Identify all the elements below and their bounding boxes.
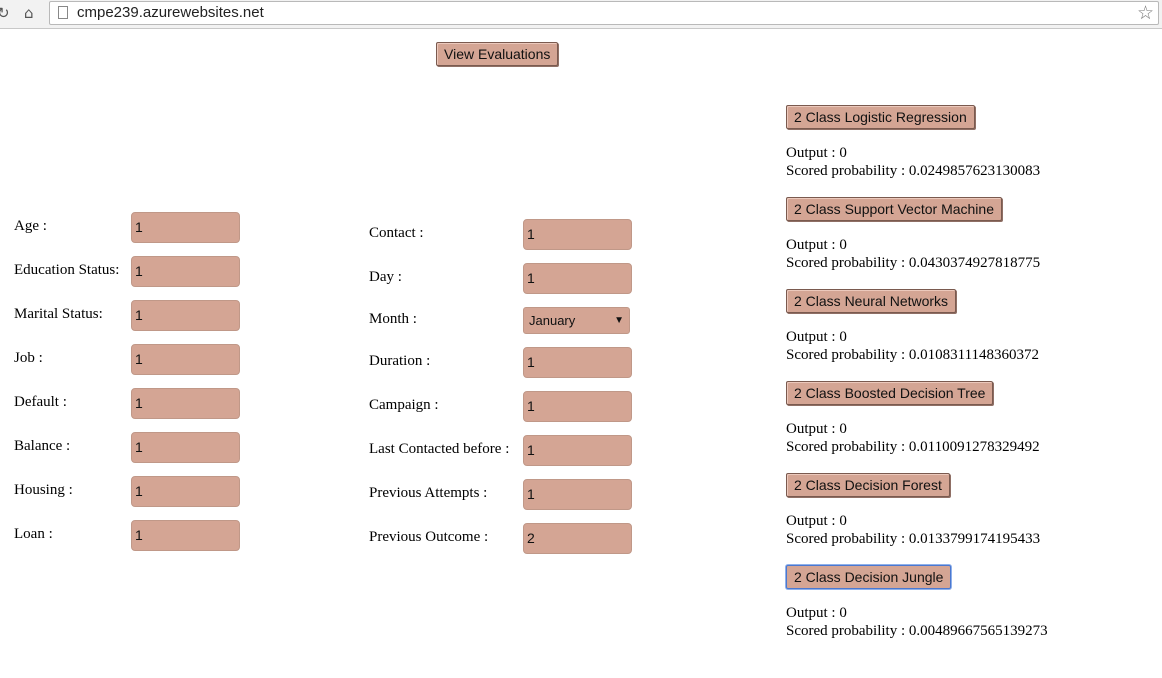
chevron-down-icon: ▼ (614, 315, 624, 326)
logistic-regression-button[interactable]: 2 Class Logistic Regression (786, 105, 975, 129)
campaign-label: Campaign : (369, 397, 439, 413)
previous-outcome-label: Previous Outcome : (369, 529, 489, 545)
support-vector-machine-button[interactable]: 2 Class Support Vector Machine (786, 197, 1002, 221)
neural-networks-button[interactable]: 2 Class Neural Networks (786, 289, 957, 313)
day-label: Day : (369, 269, 402, 285)
bookmark-star-icon[interactable]: ☆ (1137, 2, 1154, 24)
decision-jungle-probability: Scored probability : 0.00489667565139273 (786, 623, 1048, 639)
logistic-regression-probability: Scored probability : 0.0249857623130083 (786, 163, 1041, 179)
decision-jungle-button[interactable]: 2 Class Decision Jungle (786, 565, 952, 589)
marital-status-input[interactable]: 1 (131, 300, 240, 331)
logistic-regression-output: Output : 0 (786, 145, 847, 161)
duration-label: Duration : (369, 353, 431, 369)
previous-outcome-input[interactable]: 2 (523, 523, 632, 554)
month-select[interactable]: January ▼ (523, 307, 630, 334)
decision-forest-button[interactable]: 2 Class Decision Forest (786, 473, 950, 497)
job-input[interactable]: 1 (131, 344, 240, 375)
decision-forest-probability: Scored probability : 0.0133799174195433 (786, 531, 1041, 547)
campaign-input[interactable]: 1 (523, 391, 632, 422)
page-icon (58, 6, 68, 19)
decision-jungle-output: Output : 0 (786, 605, 847, 621)
loan-input[interactable]: 1 (131, 520, 240, 551)
decision-forest-output: Output : 0 (786, 513, 847, 529)
contact-input[interactable]: 1 (523, 219, 632, 250)
browser-toolbar: ↻ ⌂ cmpe239.azurewebsites.net ☆ (0, 0, 1162, 29)
marital-status-label: Marital Status: (14, 306, 103, 322)
last-contacted-label: Last Contacted before : (369, 441, 510, 457)
age-label: Age : (14, 218, 47, 234)
last-contacted-input[interactable]: 1 (523, 435, 632, 466)
support-vector-machine-output: Output : 0 (786, 237, 847, 253)
loan-label: Loan : (14, 526, 53, 542)
day-input[interactable]: 1 (523, 263, 632, 294)
education-status-input[interactable]: 1 (131, 256, 240, 287)
duration-input[interactable]: 1 (523, 347, 632, 378)
neural-networks-output: Output : 0 (786, 329, 847, 345)
age-input[interactable]: 1 (131, 212, 240, 243)
balance-label: Balance : (14, 438, 71, 454)
default-label: Default : (14, 394, 67, 410)
reload-icon[interactable]: ↻ (0, 4, 10, 22)
housing-label: Housing : (14, 482, 73, 498)
default-input[interactable]: 1 (131, 388, 240, 419)
month-select-value: January (529, 313, 576, 328)
previous-attempts-input[interactable]: 1 (523, 479, 632, 510)
contact-label: Contact : (369, 225, 424, 241)
home-icon[interactable]: ⌂ (24, 4, 34, 22)
support-vector-machine-probability: Scored probability : 0.0430374927818775 (786, 255, 1041, 271)
housing-input[interactable]: 1 (131, 476, 240, 507)
boosted-decision-tree-button[interactable]: 2 Class Boosted Decision Tree (786, 381, 994, 405)
boosted-decision-tree-output: Output : 0 (786, 421, 847, 437)
balance-input[interactable]: 1 (131, 432, 240, 463)
education-status-label: Education Status: (14, 262, 120, 278)
month-label: Month : (369, 311, 417, 327)
url-text: cmpe239.azurewebsites.net (77, 4, 264, 21)
previous-attempts-label: Previous Attempts : (369, 485, 488, 501)
view-evaluations-button[interactable]: View Evaluations (436, 42, 559, 66)
address-bar[interactable]: cmpe239.azurewebsites.net ☆ (49, 1, 1159, 25)
job-label: Job : (14, 350, 43, 366)
neural-networks-probability: Scored probability : 0.0108311148360372 (786, 347, 1040, 363)
boosted-decision-tree-probability: Scored probability : 0.0110091278329492 (786, 439, 1040, 455)
